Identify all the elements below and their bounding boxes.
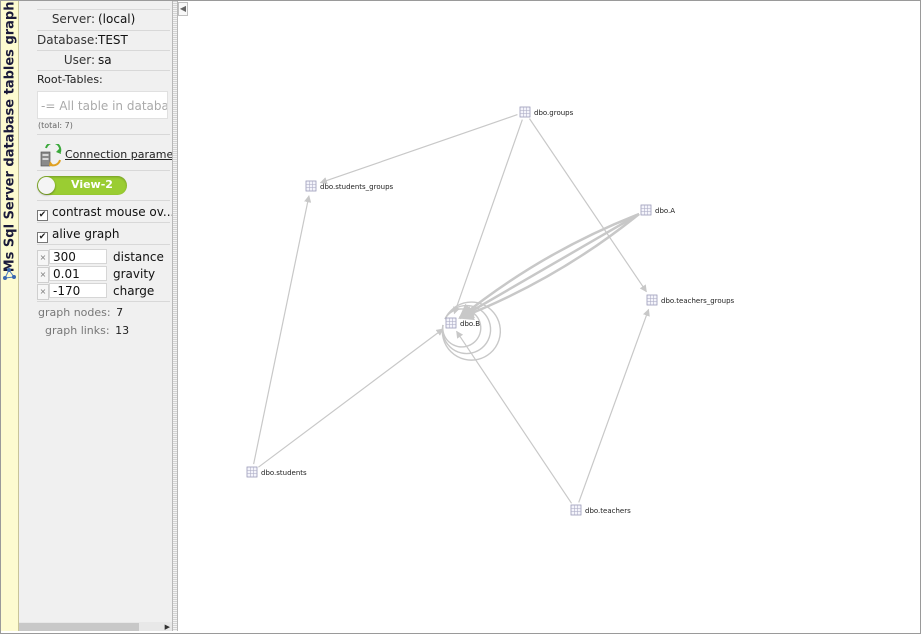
divider — [37, 134, 170, 135]
server-row: Server: (local) — [37, 12, 170, 26]
server-value: (local) — [98, 12, 136, 26]
vertical-title-bar: Ms Sql Server database tables graph — [1, 1, 19, 631]
connection-database-icon — [40, 144, 62, 167]
divider — [37, 70, 170, 71]
node-label: dbo.teachers — [585, 507, 631, 515]
divider — [37, 244, 170, 245]
table-icon — [646, 294, 658, 306]
graph-link — [458, 212, 640, 320]
clear-distance-button[interactable]: × — [37, 250, 49, 266]
clear-charge-button[interactable]: × — [37, 284, 49, 300]
graph-link — [456, 330, 573, 504]
graph-node-students-groups[interactable]: dbo.students_groups — [305, 180, 394, 192]
charge-label: charge — [113, 284, 155, 298]
server-label: Server: — [51, 12, 95, 26]
node-label: dbo.teachers_groups — [661, 297, 735, 305]
table-icon — [246, 466, 258, 478]
view-toggle[interactable]: View-2 — [37, 176, 127, 195]
charge-input[interactable]: -170 — [49, 283, 107, 298]
table-icon — [305, 180, 317, 192]
clear-gravity-button[interactable]: × — [37, 267, 49, 283]
contrast-checkbox[interactable]: ✔ — [37, 210, 48, 221]
scroll-right-arrow-icon[interactable]: ▶ — [165, 622, 170, 631]
app-title: Ms Sql Server database tables graph — [2, 1, 18, 273]
node-label: dbo.groups — [534, 109, 574, 117]
divider — [37, 30, 170, 31]
user-row: User: sa — [37, 53, 170, 67]
node-label: dbo.B — [460, 320, 480, 328]
tables-graph-canvas[interactable]: dbo.groups dbo.students_groups dbo.A dbo.te… — [176, 1, 920, 632]
database-value: TEST — [98, 33, 128, 47]
toggle-knob[interactable] — [38, 177, 55, 194]
alive-graph-checkbox[interactable]: ✔ — [37, 232, 48, 243]
node-label: dbo.students — [261, 469, 307, 477]
graph-links-label: graph links: — [45, 324, 110, 337]
graph-links-value: 13 — [115, 324, 130, 337]
connection-parameters-row[interactable]: Connection parameters — [39, 144, 172, 168]
contrast-checkbox-row[interactable]: ✔ contrast mouse ov... — [37, 205, 172, 221]
graph-logo-icon — [3, 268, 16, 280]
contrast-label: contrast mouse ov... — [52, 205, 172, 219]
graph-node-students[interactable]: dbo.students — [246, 466, 307, 478]
table-icon — [640, 204, 652, 216]
total-count: (total: 7) — [38, 121, 73, 130]
view-toggle-label: View-2 — [71, 178, 113, 191]
connection-parameters-link[interactable]: Connection parameters — [65, 148, 172, 161]
panel-horizontal-scrollbar[interactable]: ▶ — [19, 622, 172, 631]
graph-node-teachers[interactable]: dbo.teachers — [570, 504, 631, 516]
alive-graph-label: alive graph — [52, 227, 120, 241]
graph-link — [253, 195, 312, 465]
gravity-input[interactable]: 0.01 — [49, 266, 107, 281]
root-tables-label: Root-Tables: — [37, 73, 103, 86]
user-label: User: — [63, 53, 95, 67]
node-label: dbo.A — [655, 207, 675, 215]
graph-link — [578, 308, 650, 503]
graph-nodes-label: graph nodes: — [38, 306, 111, 319]
graph-link — [528, 118, 647, 293]
distance-label: distance — [113, 250, 164, 264]
graph-node-groups[interactable]: dbo.groups — [519, 106, 574, 118]
graph-node-B[interactable]: dbo.B — [445, 317, 480, 329]
table-icon — [445, 317, 457, 329]
user-value: sa — [98, 53, 112, 67]
graph-links-stat: graph links: 13 — [45, 324, 129, 337]
root-tables-select[interactable]: -= All table in database =- — [37, 91, 168, 119]
divider — [37, 170, 170, 171]
graph-nodes-stat: graph nodes: 7 — [38, 306, 123, 319]
divider — [37, 222, 170, 223]
database-row: Database:TEST — [37, 33, 170, 47]
graph-link — [319, 114, 518, 185]
settings-panel: Server: (local) Database:TEST User: sa Roo… — [19, 1, 172, 631]
graph-nodes-value: 7 — [116, 306, 124, 319]
node-label: dbo.students_groups — [320, 183, 394, 191]
divider — [37, 50, 170, 51]
divider — [37, 301, 170, 302]
graph-node-A[interactable]: dbo.A — [640, 204, 675, 216]
graph-link — [258, 328, 444, 468]
table-icon — [519, 106, 531, 118]
scrollbar-thumb[interactable] — [19, 623, 139, 631]
graph-link — [453, 119, 523, 315]
gravity-label: gravity — [113, 267, 156, 281]
table-icon — [570, 504, 582, 516]
graph-node-teachers-groups[interactable]: dbo.teachers_groups — [646, 294, 735, 306]
distance-input[interactable]: 300 — [49, 249, 107, 264]
alive-graph-checkbox-row[interactable]: ✔ alive graph — [37, 227, 120, 243]
database-label: Database: — [37, 33, 99, 47]
divider — [37, 200, 170, 201]
divider — [37, 9, 170, 10]
